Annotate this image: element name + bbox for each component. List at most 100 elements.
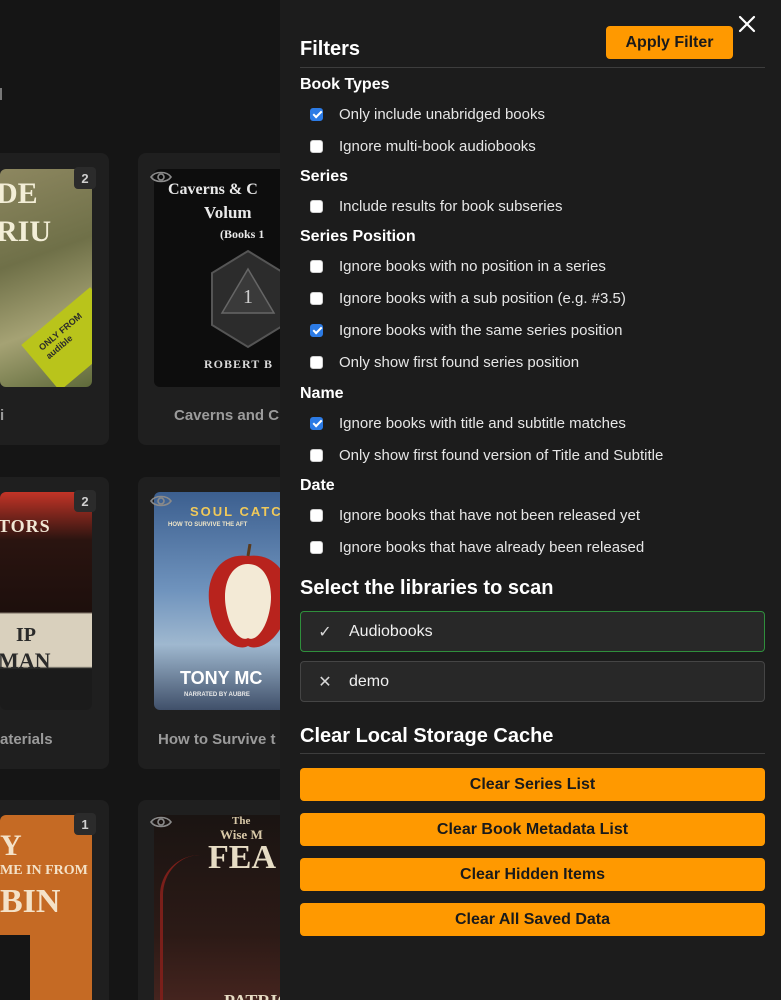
option-label: Ignore books with the same series positi… xyxy=(339,321,623,339)
eye-icon[interactable] xyxy=(150,814,172,830)
close-icon[interactable] xyxy=(737,14,757,34)
option-label: Ignore books that have not been released… xyxy=(339,506,641,524)
book-cover: SOUL CATC HOW TO SURVIVE THE AFT TONY MC… xyxy=(154,492,294,710)
option-label: Ignore multi-book audiobooks xyxy=(339,137,536,155)
divider xyxy=(300,753,765,754)
option-first-series-position[interactable]: Only show first found series position xyxy=(310,352,579,372)
book-card[interactable]: The Wise M FEA PATRIC xyxy=(138,800,298,1000)
library-option-audiobooks[interactable]: ✓ Audiobooks xyxy=(300,611,765,652)
checkbox[interactable] xyxy=(310,259,323,273)
option-label: Include results for book subseries xyxy=(339,197,563,215)
cover-title-text: IP xyxy=(16,624,36,646)
group-label-date: Date xyxy=(300,477,335,494)
book-cover: The Wise M FEA PATRIC xyxy=(154,815,294,1000)
option-include-subseries[interactable]: Include results for book subseries xyxy=(310,196,562,216)
audible-sticker-text: ONLY FROM audible xyxy=(36,310,84,361)
audible-sticker: ONLY FROM audible xyxy=(21,287,92,387)
series-count-badge: 2 xyxy=(74,490,96,512)
checkbox[interactable] xyxy=(310,139,323,153)
cover-figure xyxy=(0,935,30,1000)
cover-title-text: (Books 1 xyxy=(220,227,265,241)
option-label: Only show first found series position xyxy=(339,353,580,371)
checkbox[interactable] xyxy=(310,355,323,369)
cover-author-text: TONY MC xyxy=(180,668,263,688)
option-first-title-version[interactable]: Only show first found version of Title a… xyxy=(310,445,663,465)
book-cover: DE RIU ONLY FROM audible xyxy=(0,169,92,387)
group-label-series: Series xyxy=(300,168,349,185)
checkbox[interactable] xyxy=(310,540,323,554)
book-card[interactable]: DE RIU ONLY FROM audible 2 i xyxy=(0,153,109,445)
svg-text:1: 1 xyxy=(243,286,253,308)
book-card[interactable]: SOUL CATC HOW TO SURVIVE THE AFT TONY MC… xyxy=(138,477,298,769)
cover-author-text: ROBERT B xyxy=(204,357,274,371)
d20-die-icon: 1 xyxy=(211,249,285,349)
cover-title-text: RIU xyxy=(0,215,52,248)
book-card[interactable]: Caverns & C Volum (Books 1 1 ROBERT B Ca… xyxy=(138,153,298,445)
option-ignore-title-matches[interactable]: Ignore books with title and subtitle mat… xyxy=(310,413,626,433)
group-label-name: Name xyxy=(300,385,344,402)
series-count-badge: 2 xyxy=(74,167,96,189)
library-option-demo[interactable]: ✕ demo xyxy=(300,661,765,702)
option-label: Ignore books that have already been rele… xyxy=(339,538,645,556)
book-card[interactable]: TORS IP MAN 2 aterials xyxy=(0,477,109,769)
cover-title-text: Caverns & C xyxy=(168,181,258,198)
cover-title-text: The xyxy=(232,815,251,827)
option-unabridged-only[interactable]: Only include unabridged books xyxy=(310,104,545,124)
cache-heading: Clear Local Storage Cache xyxy=(300,725,554,747)
book-cover: Caverns & C Volum (Books 1 1 ROBERT B xyxy=(154,169,294,387)
group-label-book-types: Book Types xyxy=(300,76,390,93)
scroll-fragment xyxy=(0,88,4,100)
option-label: Ignore books with no position in a serie… xyxy=(339,257,606,275)
book-cover: Y ME IN FROM BIN xyxy=(0,815,92,1000)
option-ignore-same-position[interactable]: Ignore books with the same series positi… xyxy=(310,320,622,340)
check-icon: ✓ xyxy=(318,623,332,641)
cover-title-text: SOUL CATC xyxy=(190,504,283,519)
option-ignore-sub-position[interactable]: Ignore books with a sub position (e.g. #… xyxy=(310,288,626,308)
option-label: Ignore books with title and subtitle mat… xyxy=(339,414,626,432)
cover-title-text: Y xyxy=(0,829,22,862)
checkbox[interactable] xyxy=(310,323,323,337)
option-ignore-no-position[interactable]: Ignore books with no position in a serie… xyxy=(310,256,606,276)
option-label: Only include unabridged books xyxy=(339,105,545,123)
cover-vine-decoration xyxy=(160,855,210,1000)
option-ignore-unreleased[interactable]: Ignore books that have not been released… xyxy=(310,505,640,525)
checkbox[interactable] xyxy=(310,291,323,305)
checkbox[interactable] xyxy=(310,416,323,430)
clear-book-metadata-button[interactable]: Clear Book Metadata List xyxy=(300,813,765,846)
book-title: aterials xyxy=(0,731,53,748)
checkbox[interactable] xyxy=(310,107,323,121)
clear-series-list-button[interactable]: Clear Series List xyxy=(300,768,765,801)
cover-title-text: BIN xyxy=(0,883,61,920)
cover-subtitle-text: HOW TO SURVIVE THE AFT xyxy=(168,522,248,528)
book-cover: TORS IP MAN xyxy=(0,492,92,710)
eye-icon[interactable] xyxy=(150,493,172,509)
group-label-series-position: Series Position xyxy=(300,228,416,245)
cover-title-text: MAN xyxy=(0,648,51,673)
cover-title-text: DE xyxy=(0,177,38,210)
book-title: Caverns and C xyxy=(174,407,280,424)
book-card[interactable]: Y ME IN FROM BIN 1 xyxy=(0,800,109,1000)
divider xyxy=(300,67,765,68)
apply-filter-button[interactable]: Apply Filter xyxy=(606,26,733,59)
filters-heading: Filters xyxy=(300,38,361,60)
cover-title-text: Volum xyxy=(204,203,252,222)
option-label: Only show first found version of Title a… xyxy=(339,446,664,464)
option-label: Ignore books with a sub position (e.g. #… xyxy=(339,289,626,307)
library-label: demo xyxy=(349,672,390,690)
option-ignore-released[interactable]: Ignore books that have already been rele… xyxy=(310,537,644,557)
checkbox[interactable] xyxy=(310,508,323,522)
checkbox[interactable] xyxy=(310,199,323,213)
clear-all-saved-data-button[interactable]: Clear All Saved Data xyxy=(300,903,765,936)
series-count-badge: 1 xyxy=(74,813,96,835)
eye-icon[interactable] xyxy=(150,169,172,185)
book-title: How to Survive t xyxy=(158,731,276,748)
cover-title-text: TORS xyxy=(0,516,51,536)
book-title: i xyxy=(0,407,5,424)
x-icon: ✕ xyxy=(318,673,332,691)
option-ignore-multi-book[interactable]: Ignore multi-book audiobooks xyxy=(310,136,536,156)
cover-title-text: ME IN FROM xyxy=(0,863,88,878)
library-label: Audiobooks xyxy=(349,622,433,640)
cover-title-text: FEA xyxy=(208,839,276,876)
clear-hidden-items-button[interactable]: Clear Hidden Items xyxy=(300,858,765,891)
checkbox[interactable] xyxy=(310,448,323,462)
